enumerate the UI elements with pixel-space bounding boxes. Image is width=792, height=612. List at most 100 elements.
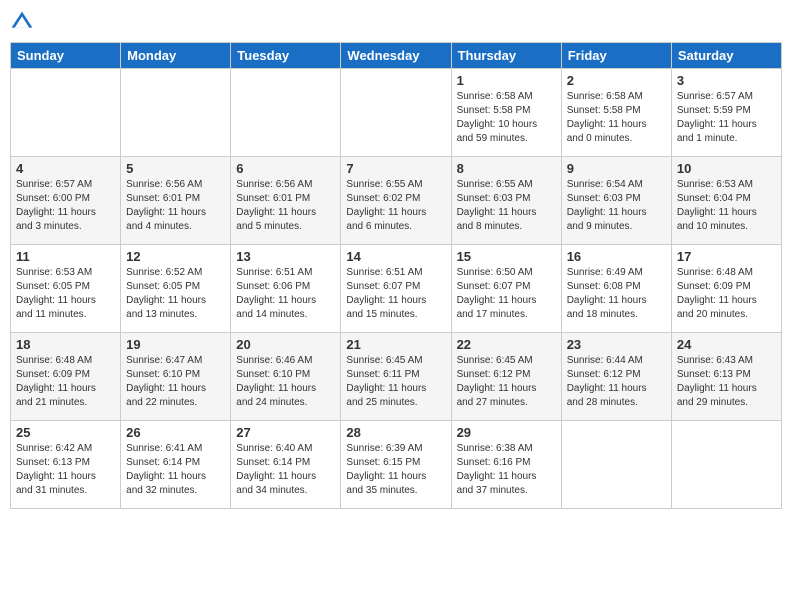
calendar-cell: 20Sunrise: 6:46 AM Sunset: 6:10 PM Dayli… [231,333,341,421]
day-number: 14 [346,249,445,264]
day-info: Sunrise: 6:55 AM Sunset: 6:03 PM Dayligh… [457,178,556,234]
day-number: 24 [677,337,776,352]
day-number: 29 [457,425,556,440]
day-number: 10 [677,161,776,176]
week-row-5: 25 Sunrise: 6:42 AM Sunset: 6:13 PM Dayli… [11,421,782,509]
calendar-cell: 22 Sunrise: 6:45 AM Sunset: 6:12 PM Dayli… [451,333,561,421]
day-info: Sunrise: 6:57 AM Sunset: 6:00 PM Dayligh… [16,178,115,234]
day-info: Sunrise: 6:54 AM Sunset: 6:03 PM Dayligh… [567,178,666,234]
logo-icon [10,10,34,34]
calendar-cell [231,69,341,157]
day-info: Sunrise: 6:51 AM Sunset: 6:07 PM Dayligh… [346,266,445,322]
calendar-cell: 2 Sunrise: 6:58 AM Sunset: 5:58 PM Daylig… [561,69,671,157]
calendar-cell: 13 Sunrise: 6:51 AM Sunset: 6:06 PM Dayli… [231,245,341,333]
calendar-table: SundayMondayTuesdayWednesdayThursdayFrid… [10,42,782,509]
day-number: 11 [16,249,115,264]
day-number: 15 [457,249,556,264]
week-row-4: 18 Sunrise: 6:48 AM Sunset: 6:09 PM Dayli… [11,333,782,421]
calendar-cell: 7 Sunrise: 6:55 AM Sunset: 6:02 PM Daylig… [341,157,451,245]
day-info: Sunrise: 6:45 AM Sunset: 6:12 PM Dayligh… [457,354,556,410]
day-number: 8 [457,161,556,176]
calendar-cell: 15Sunrise: 6:50 AM Sunset: 6:07 PM Dayli… [451,245,561,333]
day-number: 23 [567,337,666,352]
calendar-body: 1 Sunrise: 6:58 AM Sunset: 5:58 PM Daylig… [11,69,782,509]
calendar-cell: 12 Sunrise: 6:52 AM Sunset: 6:05 PM Dayli… [121,245,231,333]
calendar-cell: 6 Sunrise: 6:56 AM Sunset: 6:01 PM Daylig… [231,157,341,245]
day-number: 22 [457,337,556,352]
calendar-cell [121,69,231,157]
calendar-cell: 1 Sunrise: 6:58 AM Sunset: 5:58 PM Daylig… [451,69,561,157]
day-number: 26 [126,425,225,440]
day-info: Sunrise: 6:41 AM Sunset: 6:14 PM Dayligh… [126,442,225,498]
day-header-monday: Monday [121,43,231,69]
day-number: 4 [16,161,115,176]
day-info: Sunrise: 6:38 AM Sunset: 6:16 PM Dayligh… [457,442,556,498]
day-header-sunday: Sunday [11,43,121,69]
calendar-cell: 4 Sunrise: 6:57 AM Sunset: 6:00 PM Daylig… [11,157,121,245]
calendar-cell: 18 Sunrise: 6:48 AM Sunset: 6:09 PM Dayli… [11,333,121,421]
calendar-cell: 10 Sunrise: 6:53 AM Sunset: 6:04 PM Dayli… [671,157,781,245]
day-number: 17 [677,249,776,264]
day-number: 6 [236,161,335,176]
day-info: Sunrise: 6:42 AM Sunset: 6:13 PM Dayligh… [16,442,115,498]
day-info: Sunrise: 6:51 AM Sunset: 6:06 PM Dayligh… [236,266,335,322]
day-number: 18 [16,337,115,352]
day-info: Sunrise: 6:48 AM Sunset: 6:09 PM Dayligh… [677,266,776,322]
day-number: 1 [457,73,556,88]
day-info: Sunrise: 6:52 AM Sunset: 6:05 PM Dayligh… [126,266,225,322]
day-number: 28 [346,425,445,440]
day-header-thursday: Thursday [451,43,561,69]
day-info: Sunrise: 6:56 AM Sunset: 6:01 PM Dayligh… [126,178,225,234]
calendar-cell [341,69,451,157]
logo [10,10,38,34]
calendar-cell: 8 Sunrise: 6:55 AM Sunset: 6:03 PM Daylig… [451,157,561,245]
calendar-cell: 27 Sunrise: 6:40 AM Sunset: 6:14 PM Dayli… [231,421,341,509]
calendar-cell: 14 Sunrise: 6:51 AM Sunset: 6:07 PM Dayli… [341,245,451,333]
day-number: 16 [567,249,666,264]
calendar-cell: 3 Sunrise: 6:57 AM Sunset: 5:59 PM Daylig… [671,69,781,157]
calendar-cell: 29 Sunrise: 6:38 AM Sunset: 6:16 PM Dayli… [451,421,561,509]
day-number: 2 [567,73,666,88]
calendar-cell [671,421,781,509]
day-info: Sunrise: 6:40 AM Sunset: 6:14 PM Dayligh… [236,442,335,498]
calendar-cell: 16 Sunrise: 6:49 AM Sunset: 6:08 PM Dayli… [561,245,671,333]
calendar-cell: 21 Sunrise: 6:45 AM Sunset: 6:11 PM Dayli… [341,333,451,421]
day-info: Sunrise: 6:47 AM Sunset: 6:10 PM Dayligh… [126,354,225,410]
day-info: Sunrise: 6:56 AM Sunset: 6:01 PM Dayligh… [236,178,335,234]
day-info: Sunrise: 6:49 AM Sunset: 6:08 PM Dayligh… [567,266,666,322]
day-number: 19 [126,337,225,352]
day-info: Sunrise: 6:48 AM Sunset: 6:09 PM Dayligh… [16,354,115,410]
calendar-cell: 28 Sunrise: 6:39 AM Sunset: 6:15 PM Dayli… [341,421,451,509]
day-number: 5 [126,161,225,176]
day-info: Sunrise: 6:53 AM Sunset: 6:04 PM Dayligh… [677,178,776,234]
calendar-cell: 11Sunrise: 6:53 AM Sunset: 6:05 PM Dayli… [11,245,121,333]
day-header-wednesday: Wednesday [341,43,451,69]
week-row-3: 11Sunrise: 6:53 AM Sunset: 6:05 PM Dayli… [11,245,782,333]
week-row-1: 1 Sunrise: 6:58 AM Sunset: 5:58 PM Daylig… [11,69,782,157]
day-number: 12 [126,249,225,264]
day-info: Sunrise: 6:58 AM Sunset: 5:58 PM Dayligh… [567,90,666,146]
day-header-saturday: Saturday [671,43,781,69]
calendar-cell: 5 Sunrise: 6:56 AM Sunset: 6:01 PM Daylig… [121,157,231,245]
week-row-2: 4 Sunrise: 6:57 AM Sunset: 6:00 PM Daylig… [11,157,782,245]
calendar-header-row: SundayMondayTuesdayWednesdayThursdayFrid… [11,43,782,69]
day-number: 25 [16,425,115,440]
day-info: Sunrise: 6:55 AM Sunset: 6:02 PM Dayligh… [346,178,445,234]
calendar-cell: 9Sunrise: 6:54 AM Sunset: 6:03 PM Daylig… [561,157,671,245]
day-info: Sunrise: 6:39 AM Sunset: 6:15 PM Dayligh… [346,442,445,498]
day-number: 3 [677,73,776,88]
day-number: 27 [236,425,335,440]
calendar-cell: 24 Sunrise: 6:43 AM Sunset: 6:13 PM Dayli… [671,333,781,421]
calendar-cell [11,69,121,157]
calendar-cell: 23Sunrise: 6:44 AM Sunset: 6:12 PM Dayli… [561,333,671,421]
day-number: 7 [346,161,445,176]
day-number: 21 [346,337,445,352]
day-number: 20 [236,337,335,352]
day-info: Sunrise: 6:58 AM Sunset: 5:58 PM Dayligh… [457,90,556,146]
day-number: 13 [236,249,335,264]
day-info: Sunrise: 6:43 AM Sunset: 6:13 PM Dayligh… [677,354,776,410]
day-header-tuesday: Tuesday [231,43,341,69]
day-header-friday: Friday [561,43,671,69]
day-info: Sunrise: 6:57 AM Sunset: 5:59 PM Dayligh… [677,90,776,146]
day-info: Sunrise: 6:45 AM Sunset: 6:11 PM Dayligh… [346,354,445,410]
